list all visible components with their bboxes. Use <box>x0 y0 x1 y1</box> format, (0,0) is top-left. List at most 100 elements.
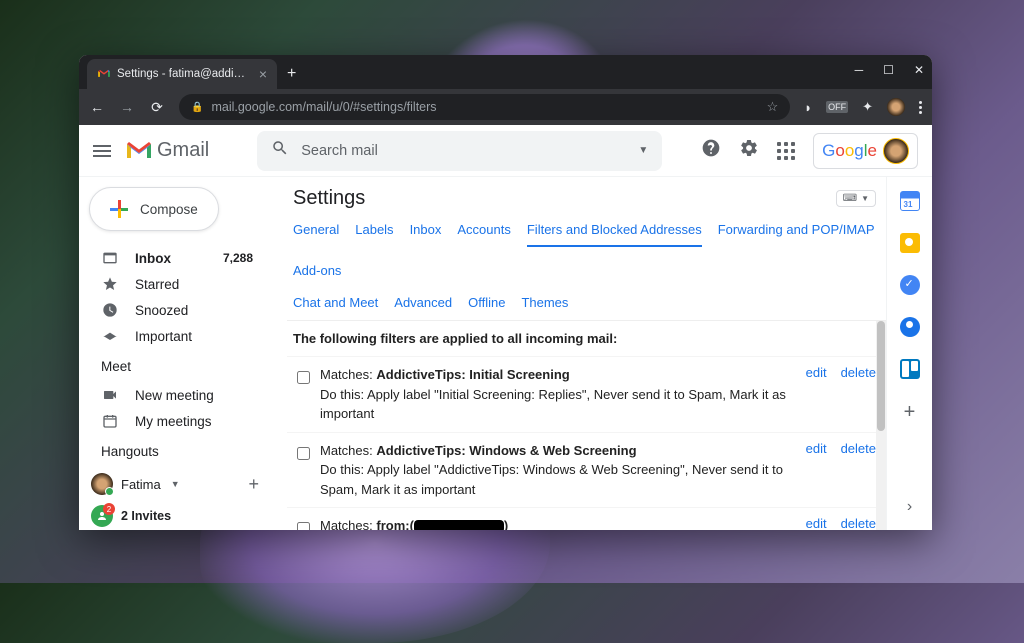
filter-row: Matches: AddictiveTips: Initial Screenin… <box>287 356 886 432</box>
filter-delete-link[interactable]: delete <box>841 516 876 530</box>
settings-tabs-row1: General Labels Inbox Accounts Filters and Bl… <box>287 218 886 287</box>
filter-checkbox[interactable] <box>297 371 310 384</box>
sidebar-item-starred[interactable]: Starred <box>79 271 277 297</box>
tab-title: Settings - fatima@addictivetips.c <box>117 68 249 80</box>
nav-icon <box>101 302 119 318</box>
browser-menu-icon[interactable] <box>919 101 922 114</box>
filters-area: The following filters are applied to all… <box>287 320 886 530</box>
back-button[interactable]: ← <box>89 99 105 115</box>
tasks-icon[interactable] <box>900 275 920 295</box>
calendar-icon[interactable] <box>900 191 920 211</box>
gmail-app: Gmail Search mail ▼ Google <box>79 125 932 530</box>
settings-tab[interactable]: Offline <box>468 295 505 310</box>
compose-label: Compose <box>140 202 198 217</box>
close-button[interactable]: ✕ <box>914 63 924 77</box>
reload-button[interactable]: ⟳ <box>149 99 165 116</box>
minimize-button[interactable]: ─ <box>855 63 864 77</box>
url-text: mail.google.com/mail/u/0/#settings/filte… <box>211 100 436 114</box>
keep-icon[interactable] <box>900 233 920 253</box>
url-bar: ← → ⟳ 🔒 mail.google.com/mail/u/0/#settin… <box>79 89 932 125</box>
filter-description: Matches: AddictiveTips: Initial Screenin… <box>320 365 796 424</box>
gmail-logo[interactable]: Gmail <box>125 139 209 162</box>
support-icon[interactable] <box>701 138 721 163</box>
lock-icon: 🔒 <box>191 102 203 113</box>
settings-tab[interactable]: Advanced <box>394 295 452 310</box>
settings-gear-icon[interactable] <box>739 138 759 163</box>
address-bar[interactable]: 🔒 mail.google.com/mail/u/0/#settings/fil… <box>179 94 790 120</box>
browser-tab[interactable]: Settings - fatima@addictivetips.c × <box>87 59 277 89</box>
nav-icon <box>101 276 119 292</box>
hangouts-avatar <box>91 473 113 495</box>
settings-tab[interactable]: Accounts <box>457 222 510 247</box>
filter-edit-link[interactable]: edit <box>806 516 827 530</box>
settings-tab[interactable]: Chat and Meet <box>293 295 378 310</box>
invites-row[interactable]: 2 Invites <box>79 501 277 530</box>
settings-tabs-row2: Chat and Meet Advanced Offline Themes <box>287 287 886 320</box>
settings-tab[interactable]: Add-ons <box>293 263 341 286</box>
nav-label: Starred <box>135 277 179 292</box>
hangouts-section-label: Hangouts <box>79 434 277 467</box>
new-tab-button[interactable]: + <box>287 65 296 83</box>
filter-checkbox[interactable] <box>297 522 310 530</box>
filter-delete-link[interactable]: delete <box>841 441 876 456</box>
scroll-thumb[interactable] <box>877 321 885 431</box>
off-extension-icon[interactable]: OFF <box>826 101 848 113</box>
gmail-m-icon <box>125 140 153 162</box>
google-account-switcher[interactable]: Google <box>813 133 918 169</box>
add-addon-button[interactable]: + <box>904 401 916 424</box>
filters-heading: The following filters are applied to all… <box>287 321 886 356</box>
meet-label: New meeting <box>135 388 214 403</box>
compose-button[interactable]: Compose <box>89 187 219 231</box>
meet-icon <box>101 387 119 403</box>
sidebar-item-snoozed[interactable]: Snoozed <box>79 297 277 323</box>
puzzle-extension-icon[interactable]: ✦ <box>862 99 873 115</box>
window-controls: ─ ☐ ✕ <box>855 63 924 77</box>
meet-item-new-meeting[interactable]: New meeting <box>79 382 277 408</box>
sidebar-item-important[interactable]: Important <box>79 323 277 349</box>
search-dropdown-icon[interactable]: ▼ <box>638 145 648 156</box>
settings-tab[interactable]: Labels <box>355 222 393 247</box>
sidebar-item-inbox[interactable]: Inbox7,288 <box>79 245 277 271</box>
input-tools-button[interactable]: ⌨ ▼ <box>836 190 876 207</box>
nav-icon <box>101 250 119 266</box>
nav-label: Inbox <box>135 251 171 266</box>
settings-tab[interactable]: Inbox <box>410 222 442 247</box>
hangouts-add-button[interactable]: + <box>248 474 259 495</box>
search-box[interactable]: Search mail ▼ <box>257 131 662 171</box>
forward-button[interactable]: → <box>119 99 135 115</box>
meet-label: My meetings <box>135 414 212 429</box>
gmail-text: Gmail <box>157 139 209 162</box>
invites-label: 2 Invites <box>121 509 171 523</box>
settings-tab[interactable]: Forwarding and POP/IMAP <box>718 222 875 247</box>
tag-extension-icon[interactable]: ◗ <box>804 100 812 115</box>
filter-row: Matches: AddictiveTips: Windows & Web Sc… <box>287 432 886 508</box>
bookmark-star-icon[interactable]: ☆ <box>767 99 779 115</box>
contacts-icon[interactable] <box>900 317 920 337</box>
settings-tab[interactable]: Themes <box>521 295 568 310</box>
gmail-body: Compose Inbox7,288 Starred Snoozed Importan… <box>79 177 932 530</box>
filter-edit-link[interactable]: edit <box>806 365 827 380</box>
profile-avatar-icon[interactable] <box>887 98 905 116</box>
google-logo-text: Google <box>822 141 877 161</box>
nav-label: Important <box>135 329 192 344</box>
filter-edit-link[interactable]: edit <box>806 441 827 456</box>
settings-tab[interactable]: Filters and Blocked Addresses <box>527 222 702 247</box>
gmail-header: Gmail Search mail ▼ Google <box>79 125 932 177</box>
google-apps-icon[interactable] <box>777 142 795 160</box>
settings-header: Settings ⌨ ▼ <box>287 187 886 218</box>
nav-icon <box>101 328 119 344</box>
invites-icon <box>91 505 113 527</box>
main-menu-icon[interactable] <box>93 142 111 160</box>
header-right: Google <box>701 133 918 169</box>
scrollbar[interactable] <box>876 321 886 530</box>
settings-tab[interactable]: General <box>293 222 339 247</box>
filter-delete-link[interactable]: delete <box>841 365 876 380</box>
collapse-panel-icon[interactable]: › <box>907 498 912 516</box>
meet-item-my-meetings[interactable]: My meetings <box>79 408 277 434</box>
tab-close-icon[interactable]: × <box>259 66 267 82</box>
trello-icon[interactable] <box>900 359 920 379</box>
maximize-button[interactable]: ☐ <box>883 63 894 77</box>
filter-checkbox[interactable] <box>297 447 310 460</box>
filter-description: Matches: from:()Do this: Apply label "de… <box>320 516 796 530</box>
hangouts-user-row[interactable]: Fatima ▼ + <box>79 467 277 501</box>
